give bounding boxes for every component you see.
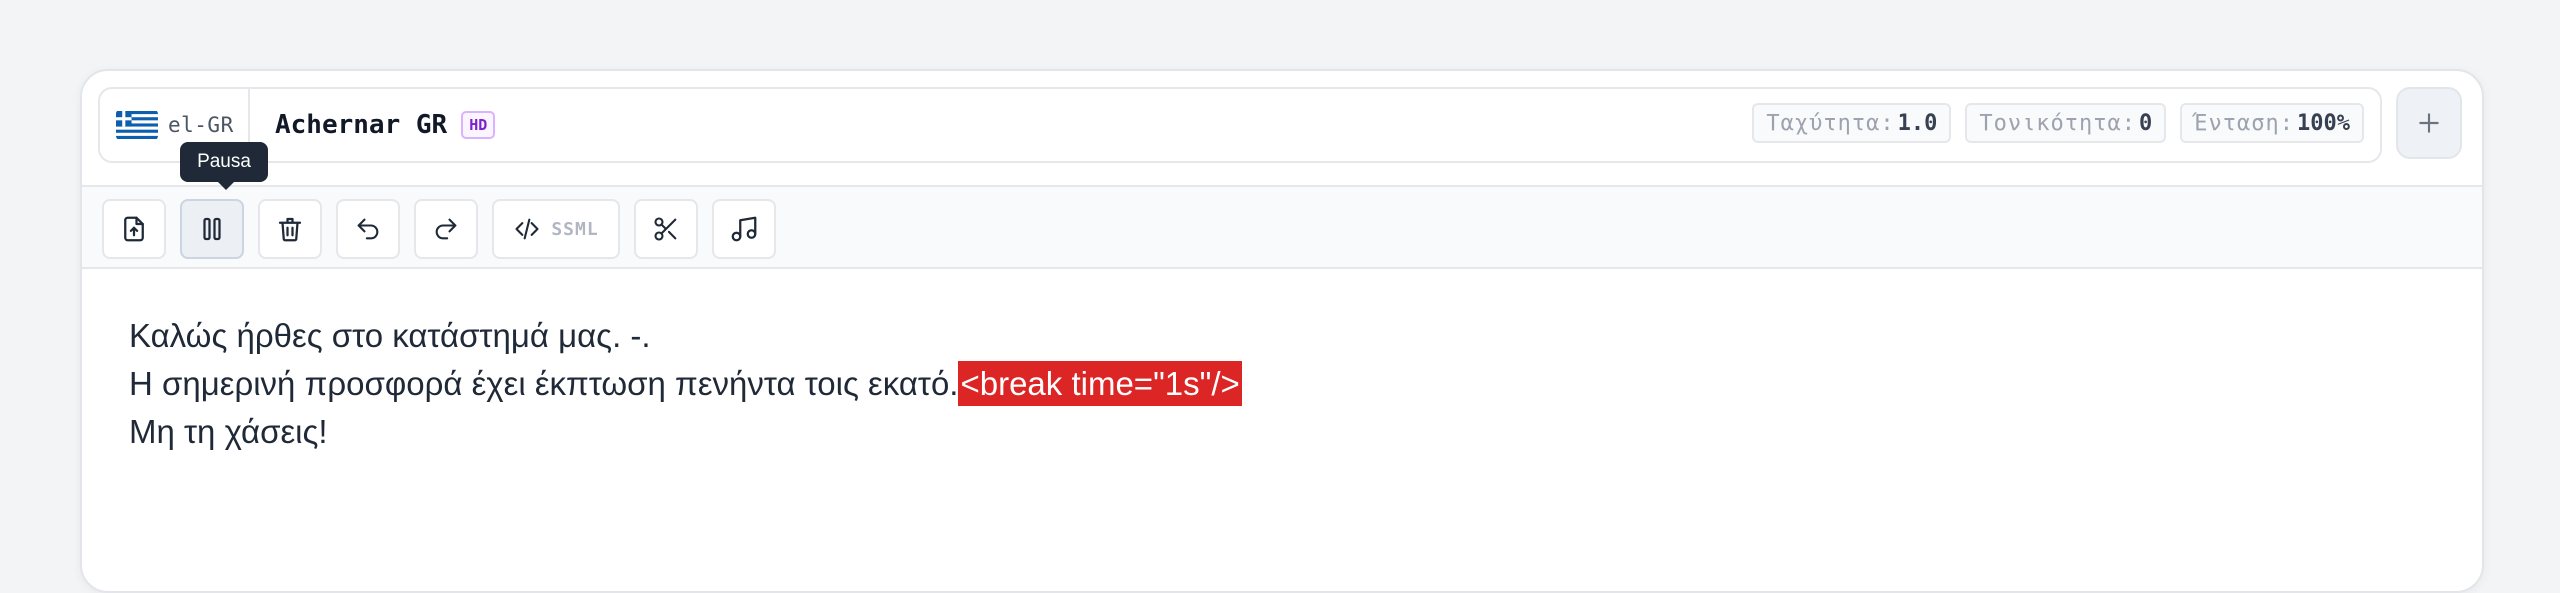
cut-button[interactable] [634, 199, 698, 259]
voice-header: el-GR Achernar GR HD Ταχύτητα: 1.0 Τονικ… [98, 87, 2382, 163]
param-volume-value: 100% [2297, 110, 2350, 136]
redo-button[interactable] [414, 199, 478, 259]
hd-badge: HD [461, 111, 496, 139]
editor-line-3: Μη τη χάσεις! [129, 413, 328, 450]
editor-toolbar: SSML [82, 185, 2482, 269]
ssml-label: SSML [551, 218, 599, 240]
trash-icon [278, 217, 302, 242]
file-upload-icon [124, 216, 144, 242]
code-icon [515, 218, 539, 240]
undo-button[interactable] [336, 199, 400, 259]
editor-line-1: Καλώς ήρθες στο κατάστημά μας. -. [129, 317, 651, 354]
undo-icon [357, 218, 379, 240]
ssml-toggle-button[interactable]: SSML [492, 199, 620, 259]
plus-icon [2419, 113, 2439, 133]
pause-button[interactable] [180, 199, 244, 259]
music-icon [731, 216, 757, 242]
voice-params: Ταχύτητα: 1.0 Τονικότητα: 0 Ένταση: 100% [1752, 103, 2364, 143]
music-button[interactable] [712, 199, 776, 259]
voice-selector[interactable]: Achernar GR HD [275, 89, 496, 161]
add-voice-button[interactable] [2396, 87, 2462, 159]
param-pitch[interactable]: Τονικότητα: 0 [1965, 103, 2167, 143]
delete-button[interactable] [258, 199, 322, 259]
scissors-icon [654, 217, 677, 241]
text-editor[interactable]: Καλώς ήρθες στο κατάστημά μας. -. Η σημε… [129, 312, 1242, 456]
param-volume-label: Ένταση [2194, 110, 2280, 136]
upload-file-button[interactable] [102, 199, 166, 259]
param-volume[interactable]: Ένταση: 100% [2180, 103, 2364, 143]
redo-icon [435, 218, 457, 240]
voice-name: Achernar GR [275, 110, 448, 140]
pause-tooltip: Pausa [180, 142, 268, 190]
param-speed-label: Ταχύτητα [1766, 110, 1881, 136]
editor-line-2-text: Η σημερινή προσφορά έχει έκπτωση πενήντα… [129, 365, 959, 402]
greece-flag-icon [116, 111, 158, 139]
ssml-break-tag[interactable]: <break time="1s"/> [958, 361, 1242, 406]
language-code: el-GR [168, 113, 234, 137]
pause-icon [203, 217, 221, 241]
editor-line-2: Η σημερινή προσφορά έχει έκπτωση πενήντα… [129, 360, 1242, 408]
param-pitch-value: 0 [2139, 110, 2153, 136]
param-speed[interactable]: Ταχύτητα: 1.0 [1752, 103, 1952, 143]
param-speed-value: 1.0 [1897, 110, 1938, 136]
param-pitch-label: Τονικότητα [1979, 110, 2122, 136]
